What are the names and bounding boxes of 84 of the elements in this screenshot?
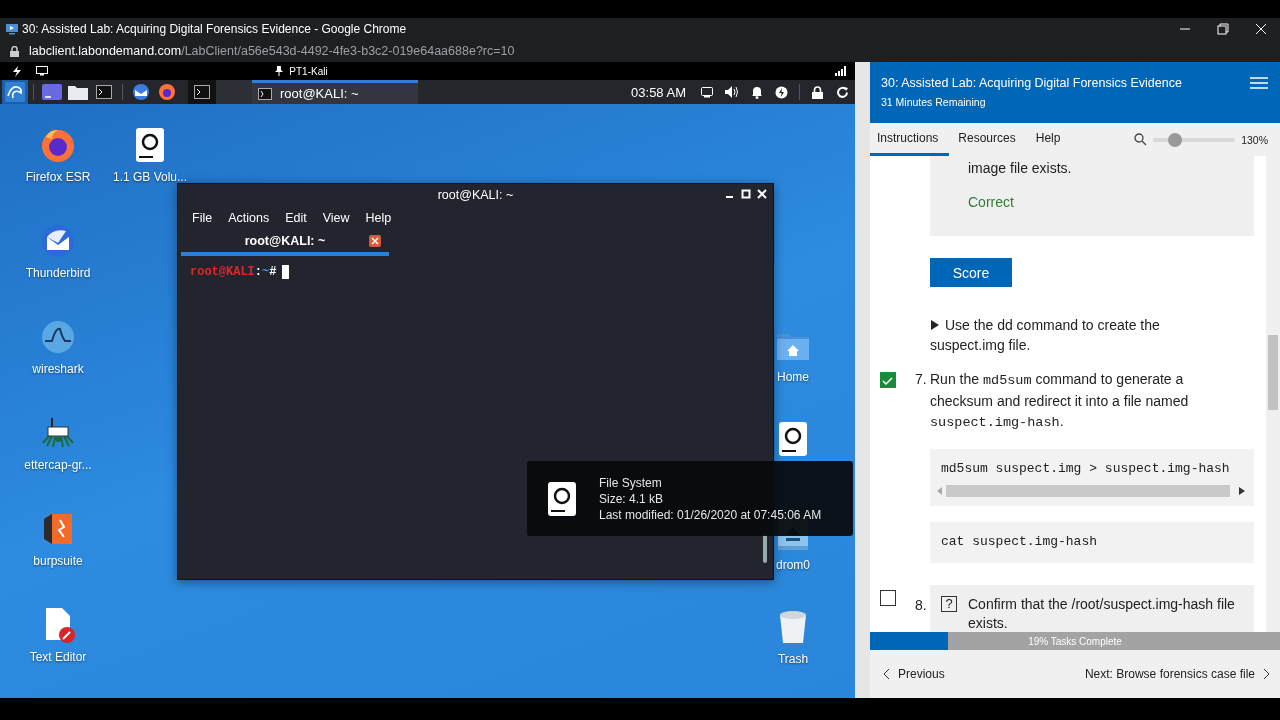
- chevron-left-icon: [883, 668, 890, 680]
- signal-icon: [835, 66, 847, 76]
- scrollbar[interactable]: [855, 62, 870, 698]
- chevron-right-icon: [1263, 668, 1270, 680]
- vm-name: PT1-Kali: [289, 65, 328, 77]
- dragon-logo-icon[interactable]: [5, 82, 25, 102]
- next-link[interactable]: Next: Browse forensics case file: [1084, 667, 1270, 681]
- browser-logo-icon[interactable]: [158, 83, 176, 101]
- step-text: Run the md5sum command to generate a checksum and redirect it into a file named suspect.img-hash.: [930, 370, 1190, 432]
- volume-icon[interactable]: [724, 86, 739, 98]
- terminal-icon[interactable]: [194, 85, 210, 99]
- step-number: 7.: [915, 370, 927, 389]
- icon-label[interactable]: wireshark: [32, 362, 84, 376]
- bolt-icon[interactable]: [12, 65, 22, 77]
- panel-tab[interactable]: Help: [1028, 123, 1072, 156]
- zoom-reading: 130%: [1241, 133, 1268, 146]
- icon-label[interactable]: Home: [777, 370, 809, 384]
- close-icon[interactable]: [757, 189, 767, 199]
- envelope-icon: [40, 223, 76, 259]
- zoom-slider[interactable]: [1153, 132, 1236, 147]
- scrollbar[interactable]: [1266, 156, 1280, 632]
- folder-icon[interactable]: [68, 84, 88, 100]
- code-block: md5sum suspect.img > suspect.img-hash: [930, 449, 1254, 506]
- terminal-icon: [258, 87, 272, 100]
- task-checkbox[interactable]: [880, 590, 896, 606]
- file-modified: Last modified: 01/26/2020 at 07:45:06 AM: [599, 507, 822, 522]
- icon-label[interactable]: burpsuite: [33, 554, 83, 568]
- terminal-icon[interactable]: [96, 85, 112, 99]
- task-checkbox[interactable]: [880, 372, 896, 388]
- refresh-icon[interactable]: [836, 85, 849, 99]
- lock-icon: [10, 45, 19, 57]
- task-text: Confirm that the /root/suspect.img-hash file exists.: [968, 595, 1236, 632]
- terminal-tab[interactable]: root@KALI: ~: [181, 229, 389, 256]
- icon-label[interactable]: Trash: [777, 652, 809, 666]
- menu-icon[interactable]: [1250, 76, 1268, 90]
- terminal-prompt: root@KALI:~#: [190, 265, 277, 279]
- app-icon: [6, 23, 18, 35]
- code-block: cat suspect.img-hash: [930, 522, 1254, 563]
- clock[interactable]: 03:58 AM: [631, 84, 686, 100]
- step-number: 8.: [915, 596, 927, 615]
- menu-item[interactable]: View: [314, 210, 358, 225]
- workspace-icon[interactable]: [42, 84, 62, 100]
- hint-text[interactable]: Use the dd command to create the suspect.img file.: [930, 315, 1210, 355]
- slider-thumb[interactable]: [1168, 132, 1183, 147]
- taskbar-task[interactable]: root@KALI: ~: [252, 80, 418, 104]
- lock-icon[interactable]: [812, 85, 823, 99]
- scroll-right-icon[interactable]: [1239, 487, 1245, 495]
- icon-label[interactable]: Firefox ESR: [25, 170, 91, 184]
- icon-label[interactable]: Text Editor: [29, 650, 87, 664]
- expand-icon[interactable]: [930, 320, 940, 330]
- menu-item[interactable]: Help: [357, 210, 400, 225]
- pin-icon[interactable]: [275, 66, 284, 76]
- bell-icon[interactable]: [750, 85, 763, 99]
- panel-tab[interactable]: Resources: [951, 123, 1027, 156]
- text-cursor: [282, 265, 290, 279]
- previous-link[interactable]: Previous: [883, 667, 945, 681]
- file-size: Size: 4.1 kB: [599, 491, 665, 506]
- file-name: File System: [599, 475, 663, 490]
- maximize-icon[interactable]: [741, 189, 751, 199]
- icon-label[interactable]: drom0: [776, 558, 810, 572]
- window-title: 30: Assisted Lab: Acquiring Digital Forensics Evidence - Google Chrome: [22, 22, 407, 36]
- help-badge: ?: [941, 596, 957, 612]
- browser-logo-icon: [40, 127, 76, 163]
- icon-label[interactable]: Thunderbird: [25, 266, 91, 280]
- workspace-button[interactable]: [188, 80, 216, 104]
- menu-item[interactable]: Edit: [277, 210, 315, 225]
- monitor-icon[interactable]: [36, 66, 48, 76]
- power-icon[interactable]: [775, 85, 788, 99]
- envelope-icon[interactable]: [132, 83, 150, 101]
- display-icon[interactable]: [700, 86, 713, 98]
- result-status: Correct: [968, 193, 1015, 212]
- icon-label[interactable]: ettercap-gr...: [24, 458, 92, 472]
- menu-item[interactable]: Actions: [220, 210, 278, 225]
- close-icon[interactable]: [369, 234, 381, 247]
- progress-label: 19% Tasks Complete: [1028, 635, 1122, 647]
- fin-icon: [40, 319, 76, 355]
- icon-label[interactable]: 1.1 GB Volu...: [112, 170, 187, 184]
- time-remaining: 31 Minutes Remaining: [881, 96, 987, 108]
- score-button[interactable]: Score: [930, 258, 1012, 287]
- search-icon[interactable]: [1134, 133, 1148, 146]
- lab-title: 30: Assisted Lab: Acquiring Digital Forensics Evidence: [881, 76, 1183, 90]
- task-text: image file exists.: [968, 159, 1073, 178]
- window-title: root@KALI: ~: [437, 188, 514, 202]
- menu-item[interactable]: File: [184, 210, 221, 225]
